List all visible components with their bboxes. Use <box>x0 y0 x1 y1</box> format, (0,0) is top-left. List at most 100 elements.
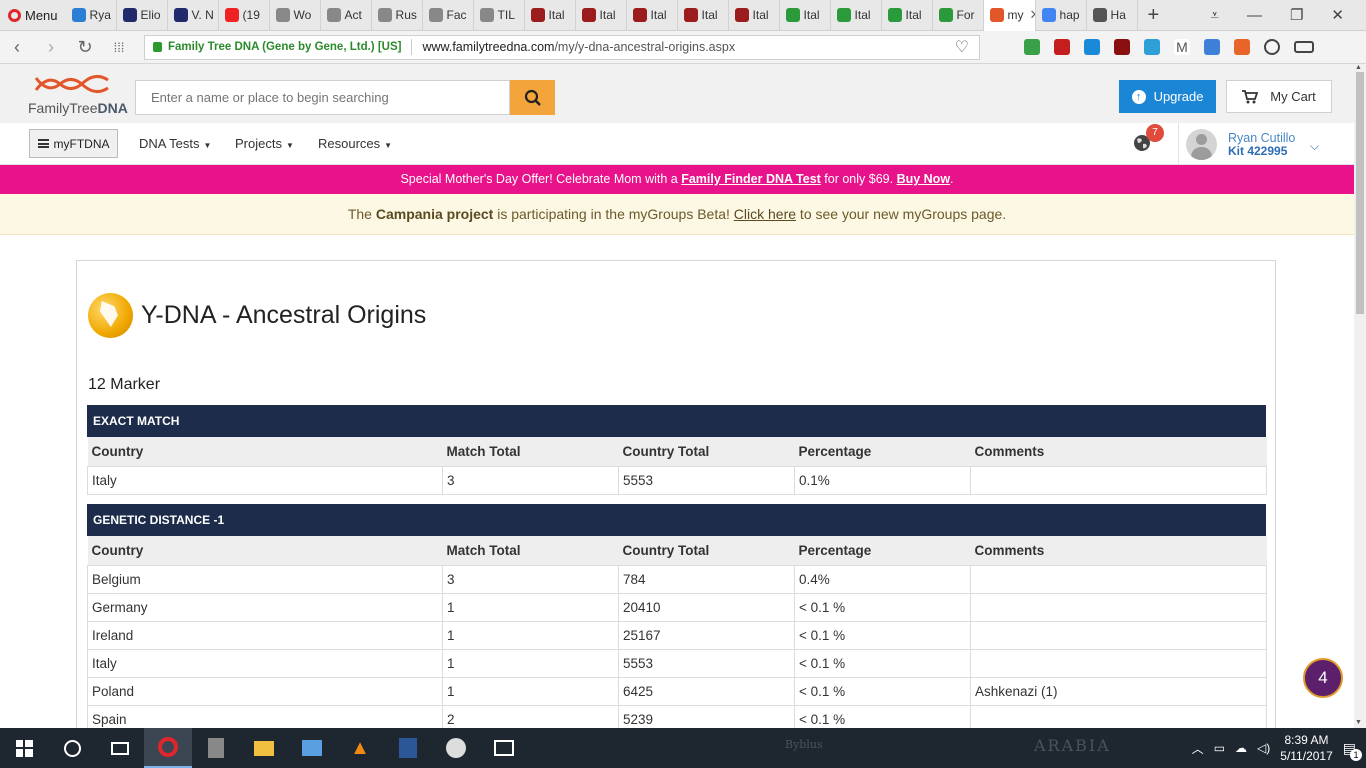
clock-date: 5/11/2017 <box>1280 749 1333 763</box>
avatar[interactable] <box>1186 129 1217 160</box>
familytreedna-logo[interactable]: FamilyTreeDNA <box>28 70 128 118</box>
site-search-input[interactable] <box>135 80 510 115</box>
column-header-percentage: Percentage <box>794 437 971 466</box>
table-row: Ireland 1 25167 < 0.1 % <box>87 620 1267 650</box>
my-cart-button[interactable]: My Cart <box>1226 80 1332 113</box>
page-scrollbar[interactable]: ▲ ▼ <box>1354 64 1366 728</box>
maximize-button[interactable]: ❐ <box>1290 6 1303 24</box>
show-hidden-icons-chevron-icon[interactable]: ︿ <box>1192 740 1204 757</box>
orange-extension-icon[interactable] <box>1234 39 1250 55</box>
browser-tab[interactable]: Fac <box>423 0 474 31</box>
browser-tab[interactable]: Ital <box>831 0 882 31</box>
browser-tab[interactable]: Ital <box>627 0 678 31</box>
shield-extension-icon[interactable] <box>1024 39 1040 55</box>
new-tab-button[interactable]: + <box>1138 4 1170 27</box>
browser-tab[interactable]: TIL <box>474 0 525 31</box>
clock[interactable]: 8:39 AM 5/11/2017 <box>1280 732 1333 764</box>
browser-tab[interactable]: Ha <box>1087 0 1138 31</box>
translate-extension-icon[interactable] <box>1204 39 1220 55</box>
scroll-up-arrow-icon[interactable]: ▲ <box>1355 64 1362 71</box>
browser-tab[interactable]: Elio <box>117 0 168 31</box>
tab-label: my <box>1007 8 1024 22</box>
tab-label: Elio <box>140 8 161 22</box>
browser-tab[interactable]: Ital <box>678 0 729 31</box>
cart-label: My Cart <box>1270 89 1316 104</box>
browser-tab[interactable]: (19 <box>219 0 270 31</box>
tab-label: Rya <box>89 8 111 22</box>
back-button[interactable]: ‹ <box>0 37 34 58</box>
reload-button[interactable]: ↻ <box>68 37 102 58</box>
column-header-comments: Comments <box>970 437 1267 466</box>
opera-menu-button[interactable]: Menu <box>0 0 66 31</box>
taskbar-calculator[interactable] <box>192 728 240 768</box>
task-view-button[interactable] <box>96 728 144 768</box>
user-kit-number[interactable]: Kit 422995 <box>1228 144 1287 158</box>
action-center-icon[interactable]: ▤ 1 <box>1343 740 1362 761</box>
family-finder-link[interactable]: Family Finder DNA Test <box>681 172 821 186</box>
notifications-button[interactable]: 7 <box>1132 124 1164 153</box>
tab-label: Ital <box>854 8 871 22</box>
browser-tab[interactable]: hap <box>1036 0 1087 31</box>
red-extension-icon[interactable] <box>1054 39 1070 55</box>
search-button[interactable] <box>510 80 555 115</box>
battery-tray-icon[interactable]: ▭ <box>1214 741 1225 755</box>
upgrade-button[interactable]: ↑ Upgrade <box>1119 80 1216 113</box>
nav-menu-projects[interactable]: Projects ▼ <box>235 136 294 151</box>
browser-tab[interactable]: Rya <box>66 0 117 31</box>
wifi-icon[interactable]: ☁ <box>1235 741 1247 755</box>
minimize-button[interactable]: — <box>1247 7 1262 24</box>
taskbar-photos[interactable] <box>480 728 528 768</box>
taskbar-media[interactable] <box>432 728 480 768</box>
column-header-country: Country <box>87 437 443 466</box>
table-body: Italy 3 5553 0.1% <box>87 465 1267 495</box>
s-extension-icon[interactable] <box>1084 39 1100 55</box>
browser-tab[interactable]: Ital <box>525 0 576 31</box>
ancestral-origins-panel: Y-DNA - Ancestral Origins 12 Marker EXAC… <box>76 260 1276 740</box>
column-header-comments: Comments <box>970 536 1267 565</box>
browser-tab[interactable]: Ital <box>780 0 831 31</box>
chevron-down-icon[interactable]: ⌵ <box>1310 139 1319 154</box>
battery-icon[interactable] <box>1294 41 1314 53</box>
forward-button[interactable]: › <box>34 37 68 58</box>
hamburger-icon <box>37 139 49 148</box>
mail-icon[interactable]: M <box>1174 39 1190 55</box>
browser-tab[interactable]: For <box>933 0 984 31</box>
ublock-extension-icon[interactable] <box>1114 39 1130 55</box>
buy-now-link[interactable]: Buy Now <box>897 172 950 186</box>
tab-favicon-icon <box>122 8 137 22</box>
browser-tab[interactable]: Rus <box>372 0 423 31</box>
browser-tab[interactable]: Ital <box>882 0 933 31</box>
user-name[interactable]: Ryan Cutillo <box>1228 131 1295 145</box>
chat-badge-button[interactable]: 4 <box>1303 658 1343 698</box>
close-window-button[interactable]: ✕ <box>1331 6 1344 24</box>
volume-icon[interactable]: ◁) <box>1257 741 1270 755</box>
taskbar-vlc[interactable]: ▲ <box>336 728 384 768</box>
marker-heading: 12 Marker <box>88 376 161 393</box>
speed-dial-icon[interactable]: ⁞⁞⁞ <box>102 40 136 55</box>
browser-tab[interactable]: my✕ <box>983 0 1036 31</box>
puzzle-extension-icon[interactable] <box>1144 39 1160 55</box>
tab-menu-icon[interactable]: ⩡ <box>1211 7 1219 24</box>
browser-tab[interactable]: V. N <box>168 0 219 31</box>
browser-tab[interactable]: Wo <box>270 0 321 31</box>
start-button[interactable] <box>0 728 48 768</box>
media-icon <box>446 738 466 758</box>
nav-menu-dna-tests[interactable]: DNA Tests ▼ <box>139 136 211 151</box>
cell-percentage: < 0.1 % <box>794 648 971 678</box>
scroll-thumb[interactable] <box>1356 72 1364 314</box>
browser-tab[interactable]: Ital <box>729 0 780 31</box>
mygroups-click-here-link[interactable]: Click here <box>734 206 796 222</box>
nav-menu-resources[interactable]: Resources ▼ <box>318 136 392 151</box>
taskbar-opera[interactable] <box>144 728 192 768</box>
taskbar-app[interactable] <box>288 728 336 768</box>
cortana-search-button[interactable] <box>48 728 96 768</box>
browser-tab[interactable]: Act <box>321 0 372 31</box>
myftdna-menu-button[interactable]: myFTDNA <box>29 129 118 158</box>
bookmark-heart-icon[interactable]: ♡ <box>955 37 969 57</box>
url-field[interactable]: Family Tree DNA (Gene by Gene, Ltd.) [US… <box>144 34 980 60</box>
taskbar-word[interactable] <box>384 728 432 768</box>
download-icon[interactable] <box>1264 39 1280 55</box>
scroll-down-arrow-icon[interactable]: ▼ <box>1355 719 1362 726</box>
browser-tab[interactable]: Ital <box>576 0 627 31</box>
taskbar-file-explorer[interactable] <box>240 728 288 768</box>
